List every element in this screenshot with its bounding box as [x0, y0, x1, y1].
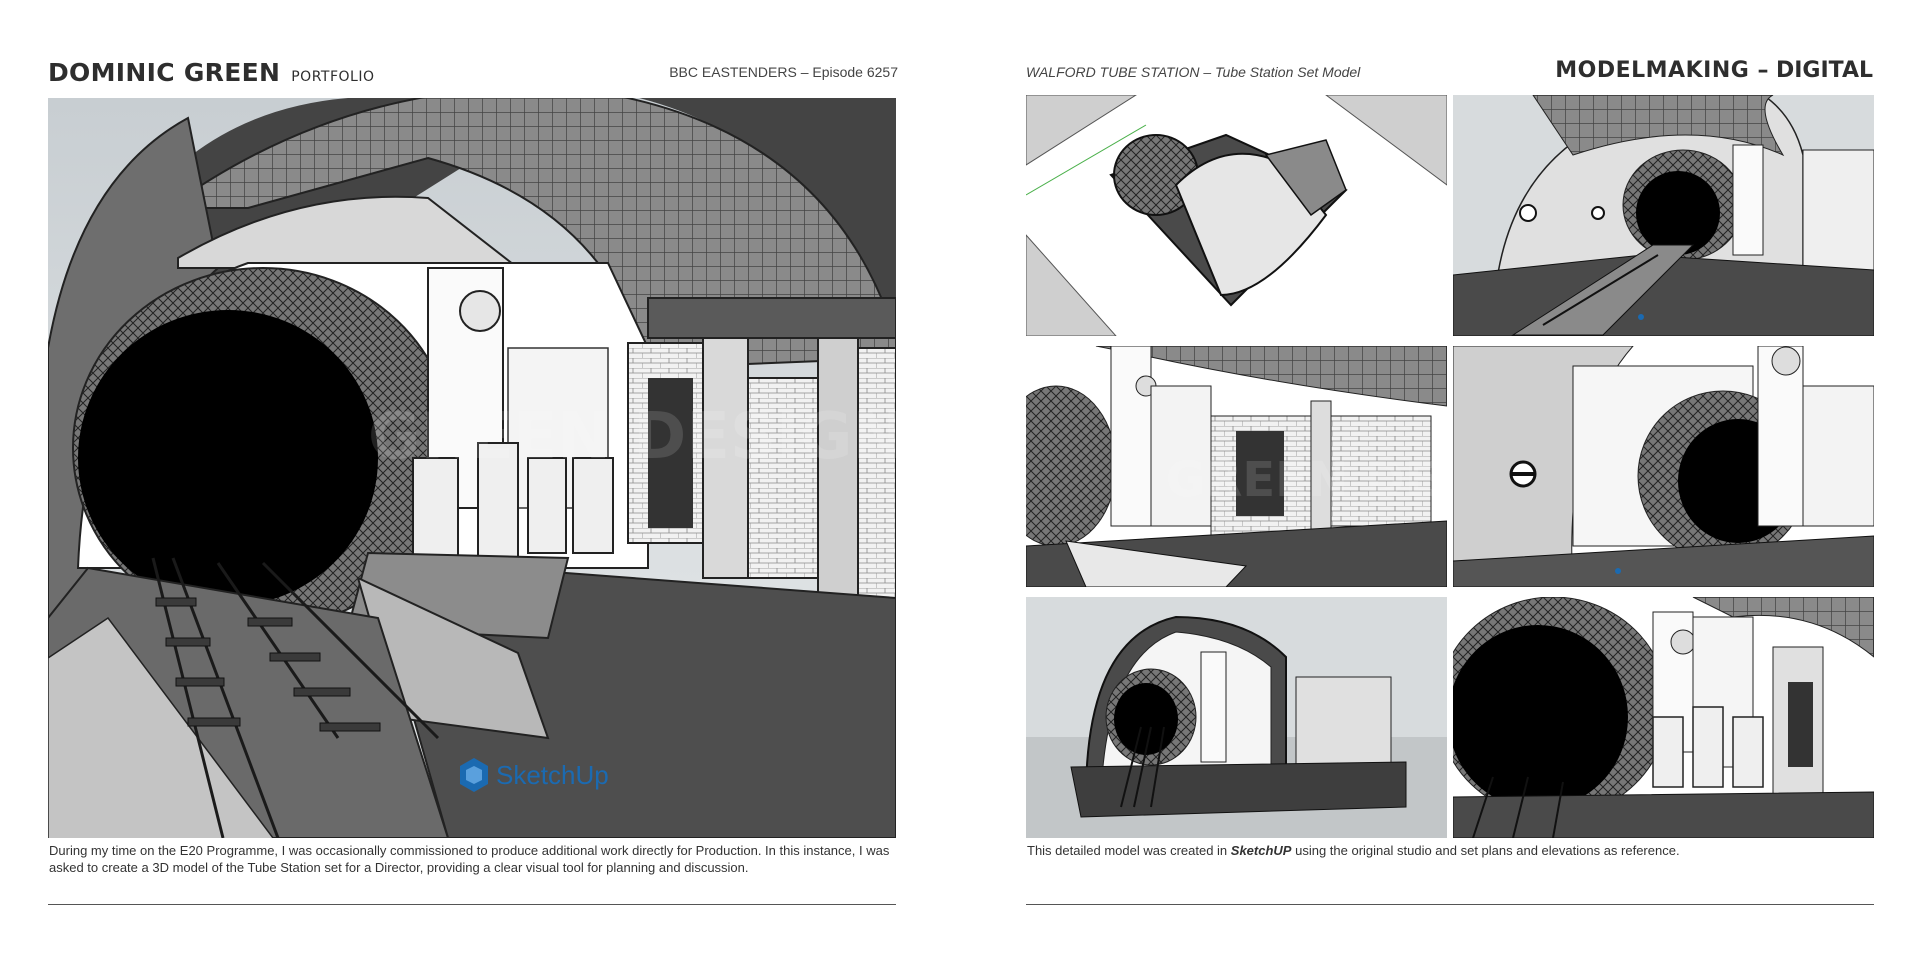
- right-caption-suffix: using the original studio and set plans …: [1291, 843, 1680, 858]
- episode-title: BBC EASTENDERS – Episode 6257: [669, 64, 898, 80]
- section-title-main: DIGITAL: [1775, 58, 1873, 83]
- owner-name: DOMINIC GREEN: [48, 58, 281, 87]
- sketchup-logo: SketchUp: [460, 758, 609, 792]
- project-title: WALFORD TUBE STATION – Tube Station Set …: [1026, 64, 1361, 80]
- section-title: MODELMAKING – DIGITAL: [1555, 58, 1873, 83]
- portfolio-owner-name: DOMINIC GREEN PORTFOLIO: [48, 58, 374, 87]
- watermark-text: GREEN DESIGN: [368, 400, 896, 474]
- thumbnail-cutaway: [1026, 597, 1447, 838]
- portfolio-label: PORTFOLIO: [291, 69, 375, 85]
- sketchup-logo-text: SketchUp: [496, 760, 609, 790]
- left-divider: [48, 904, 896, 905]
- right-caption-software: SketchUP: [1230, 843, 1292, 858]
- thumbnail-platform-perspective: [1453, 95, 1874, 336]
- right-divider: [1026, 904, 1874, 905]
- right-caption-prefix: This detailed model was created in: [1027, 843, 1231, 858]
- section-title-prefix: MODELMAKING –: [1555, 58, 1769, 83]
- right-caption: This detailed model was created in Sketc…: [1027, 843, 1875, 860]
- thumbnail-tunnel-roundel: [1453, 346, 1874, 587]
- thumbnail-top-down: [1026, 95, 1447, 336]
- left-caption: During my time on the E20 Programme, I w…: [49, 843, 890, 875]
- thumbnail-watermark-text: GREEN DESIGN: [1166, 452, 1447, 508]
- thumbnail-close-tunnel: [1453, 597, 1874, 838]
- thumbnail-booth-elevation: GREEN DESIGN: [1026, 346, 1447, 587]
- main-render-image: GREEN DESIGN SketchUp: [48, 98, 896, 838]
